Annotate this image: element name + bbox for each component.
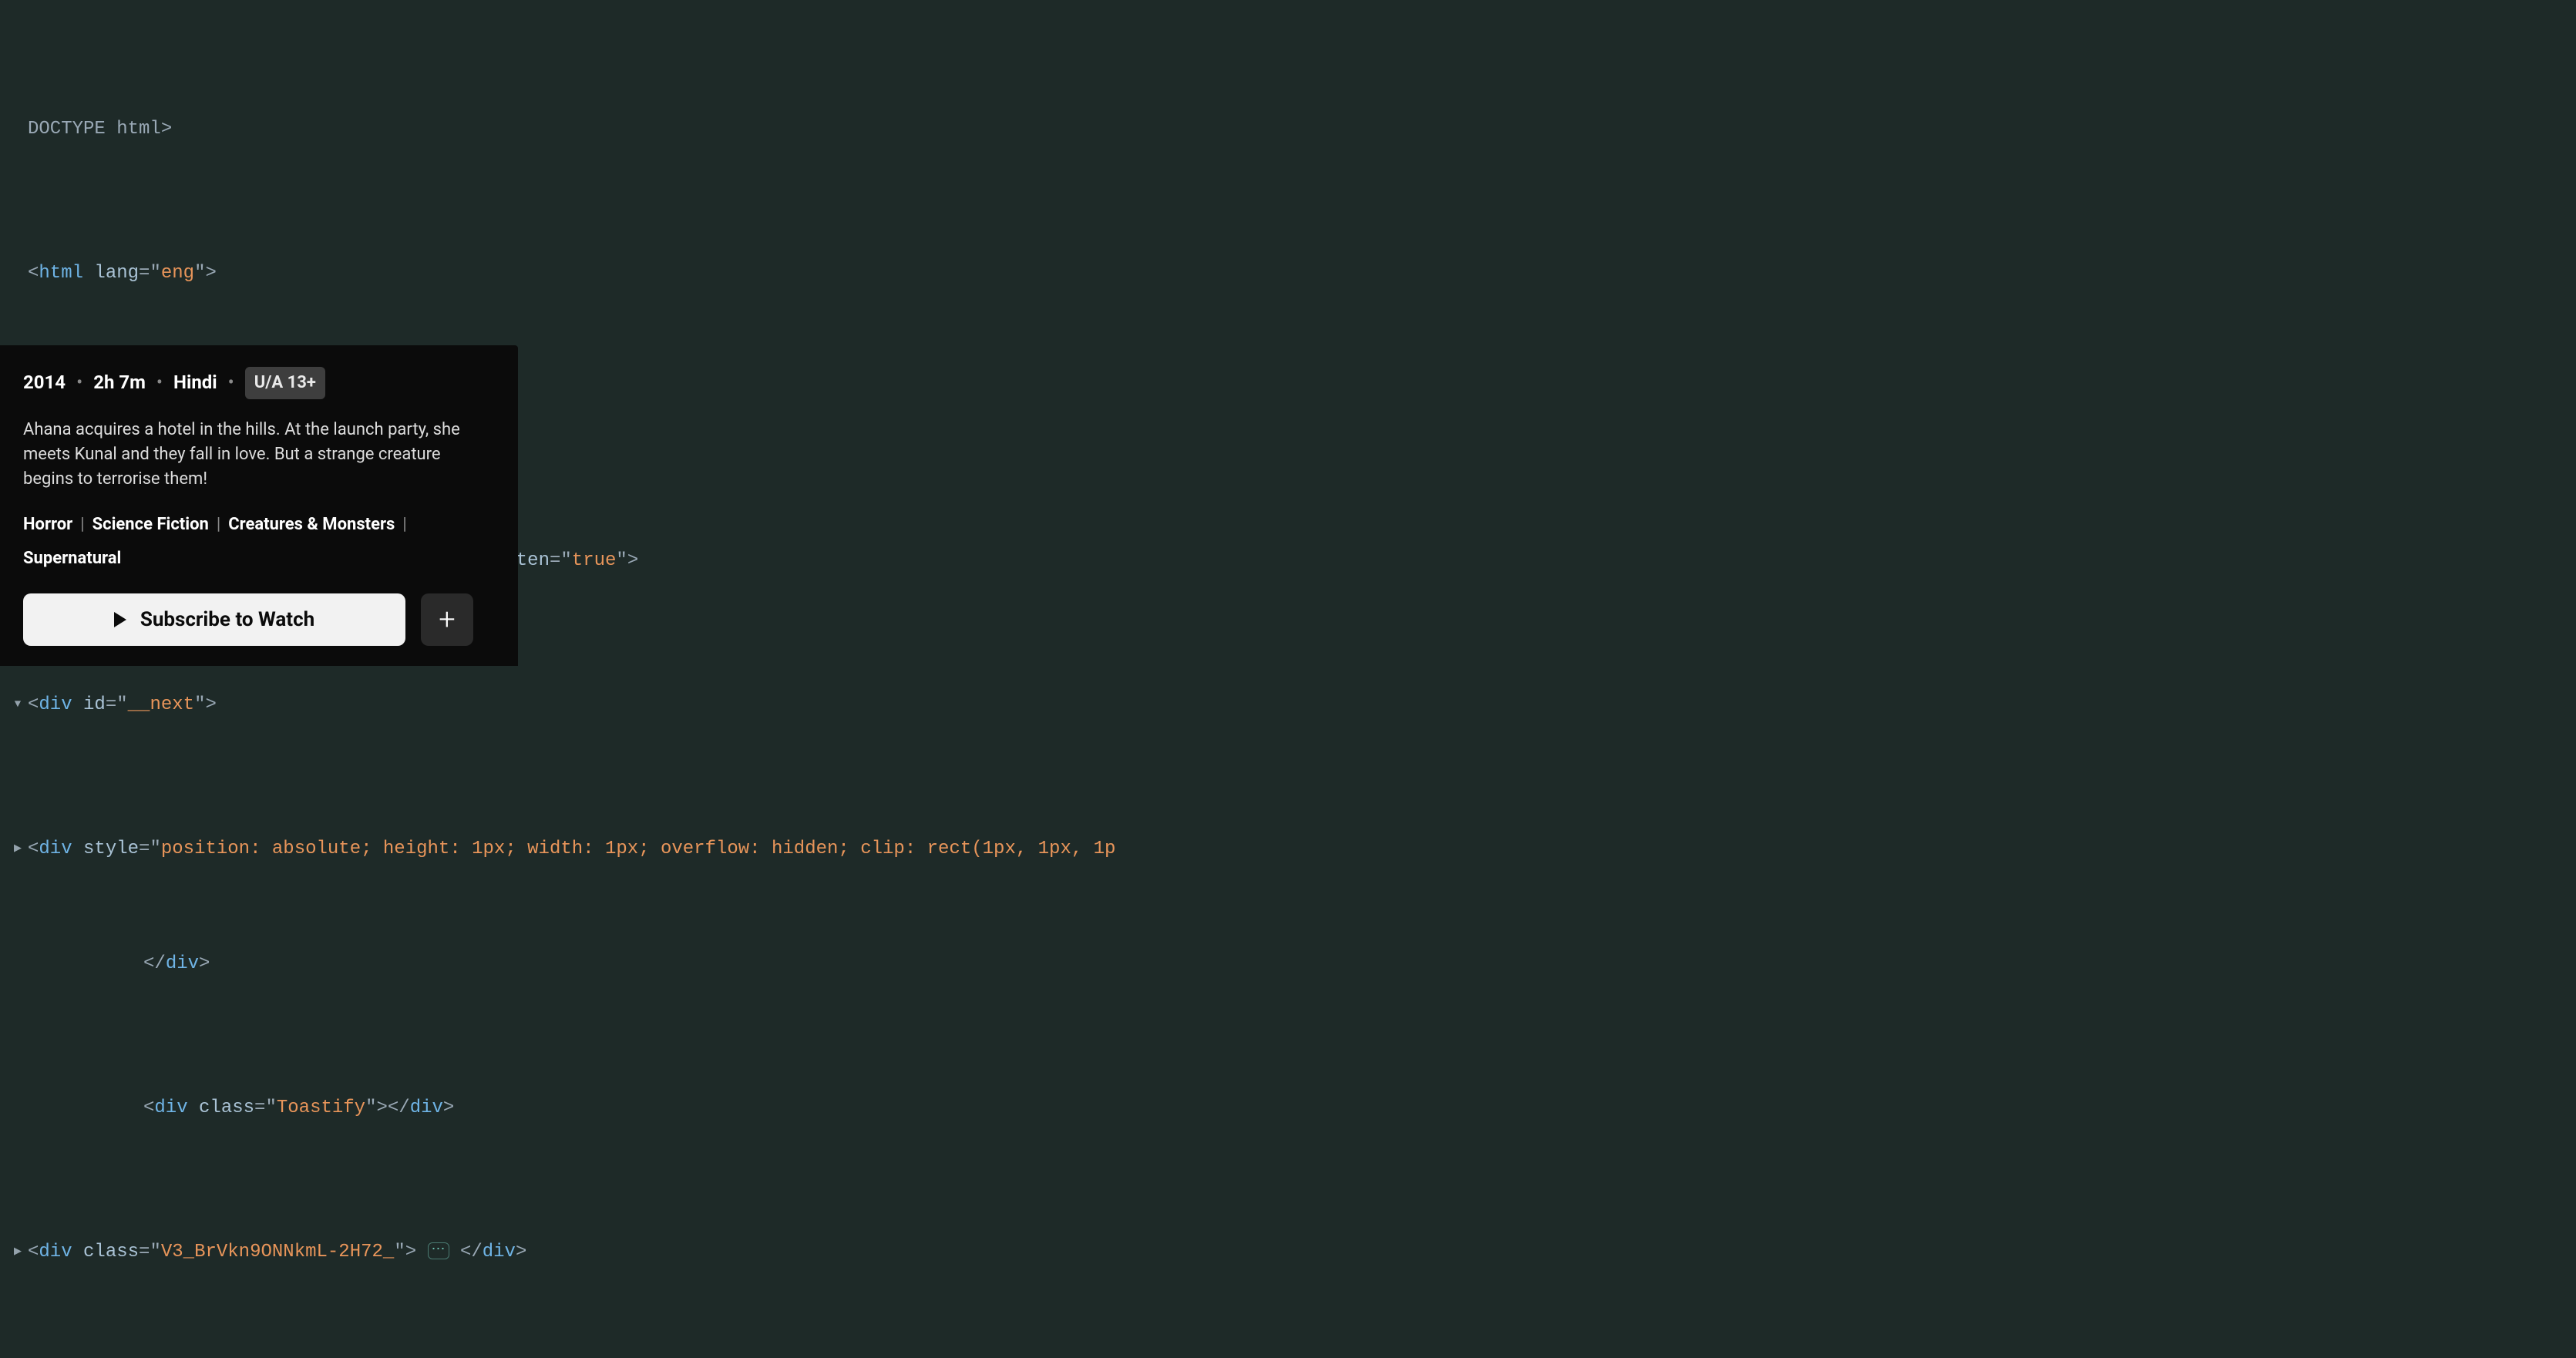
expand-toggle-icon[interactable]: [11, 1242, 25, 1261]
dom-node-div-hidden[interactable]: <div style="position: absolute; height: …: [11, 835, 2576, 864]
dom-node-div-brv[interactable]: <div class="V3_BrVkn9ONNkmL-2H72_"> </di…: [11, 1238, 2576, 1267]
dom-node-div-toastify[interactable]: <div class="Toastify"></div>: [11, 1094, 2576, 1123]
media-duration: 2h 7m: [93, 368, 146, 397]
subscribe-button-label: Subscribe to Watch: [140, 604, 314, 635]
ellipsis-icon[interactable]: [428, 1242, 449, 1259]
dom-node-doctype[interactable]: DOCTYPE html>: [11, 115, 2576, 144]
genre-tag[interactable]: Creatures & Monsters: [228, 512, 395, 538]
elements-tree: DOCTYPE html> <html lang="eng"> <head> <…: [0, 0, 2576, 1358]
plus-icon: +: [439, 597, 455, 643]
media-info-card: 2014 • 2h 7m • Hindi • U/A 13+ Ahana acq…: [0, 345, 518, 666]
media-meta: 2014 • 2h 7m • Hindi • U/A 13+: [23, 367, 495, 399]
collapse-toggle-icon[interactable]: [11, 694, 25, 714]
genre-tag[interactable]: Horror: [23, 512, 72, 538]
media-year: 2014: [23, 368, 66, 397]
media-rating-badge: U/A 13+: [245, 367, 325, 399]
media-actions: Subscribe to Watch +: [23, 593, 495, 646]
dom-node-html[interactable]: <html lang="eng">: [11, 259, 2576, 288]
subscribe-to-watch-button[interactable]: Subscribe to Watch: [23, 593, 405, 646]
media-language: Hindi: [173, 368, 217, 397]
genre-tag[interactable]: Supernatural: [23, 546, 121, 572]
play-icon: [114, 612, 126, 627]
media-genres: Horror| Science Fiction| Creatures & Mon…: [23, 512, 495, 572]
expand-toggle-icon[interactable]: [11, 839, 25, 858]
genre-tag[interactable]: Science Fiction: [92, 512, 209, 538]
dom-node-div-next[interactable]: <div id="__next">: [11, 691, 2576, 720]
dom-node-div-hidden-close[interactable]: </div>: [11, 950, 2576, 979]
add-to-watchlist-button[interactable]: +: [421, 593, 473, 646]
media-description: Ahana acquires a hotel in the hills. At …: [23, 418, 495, 492]
